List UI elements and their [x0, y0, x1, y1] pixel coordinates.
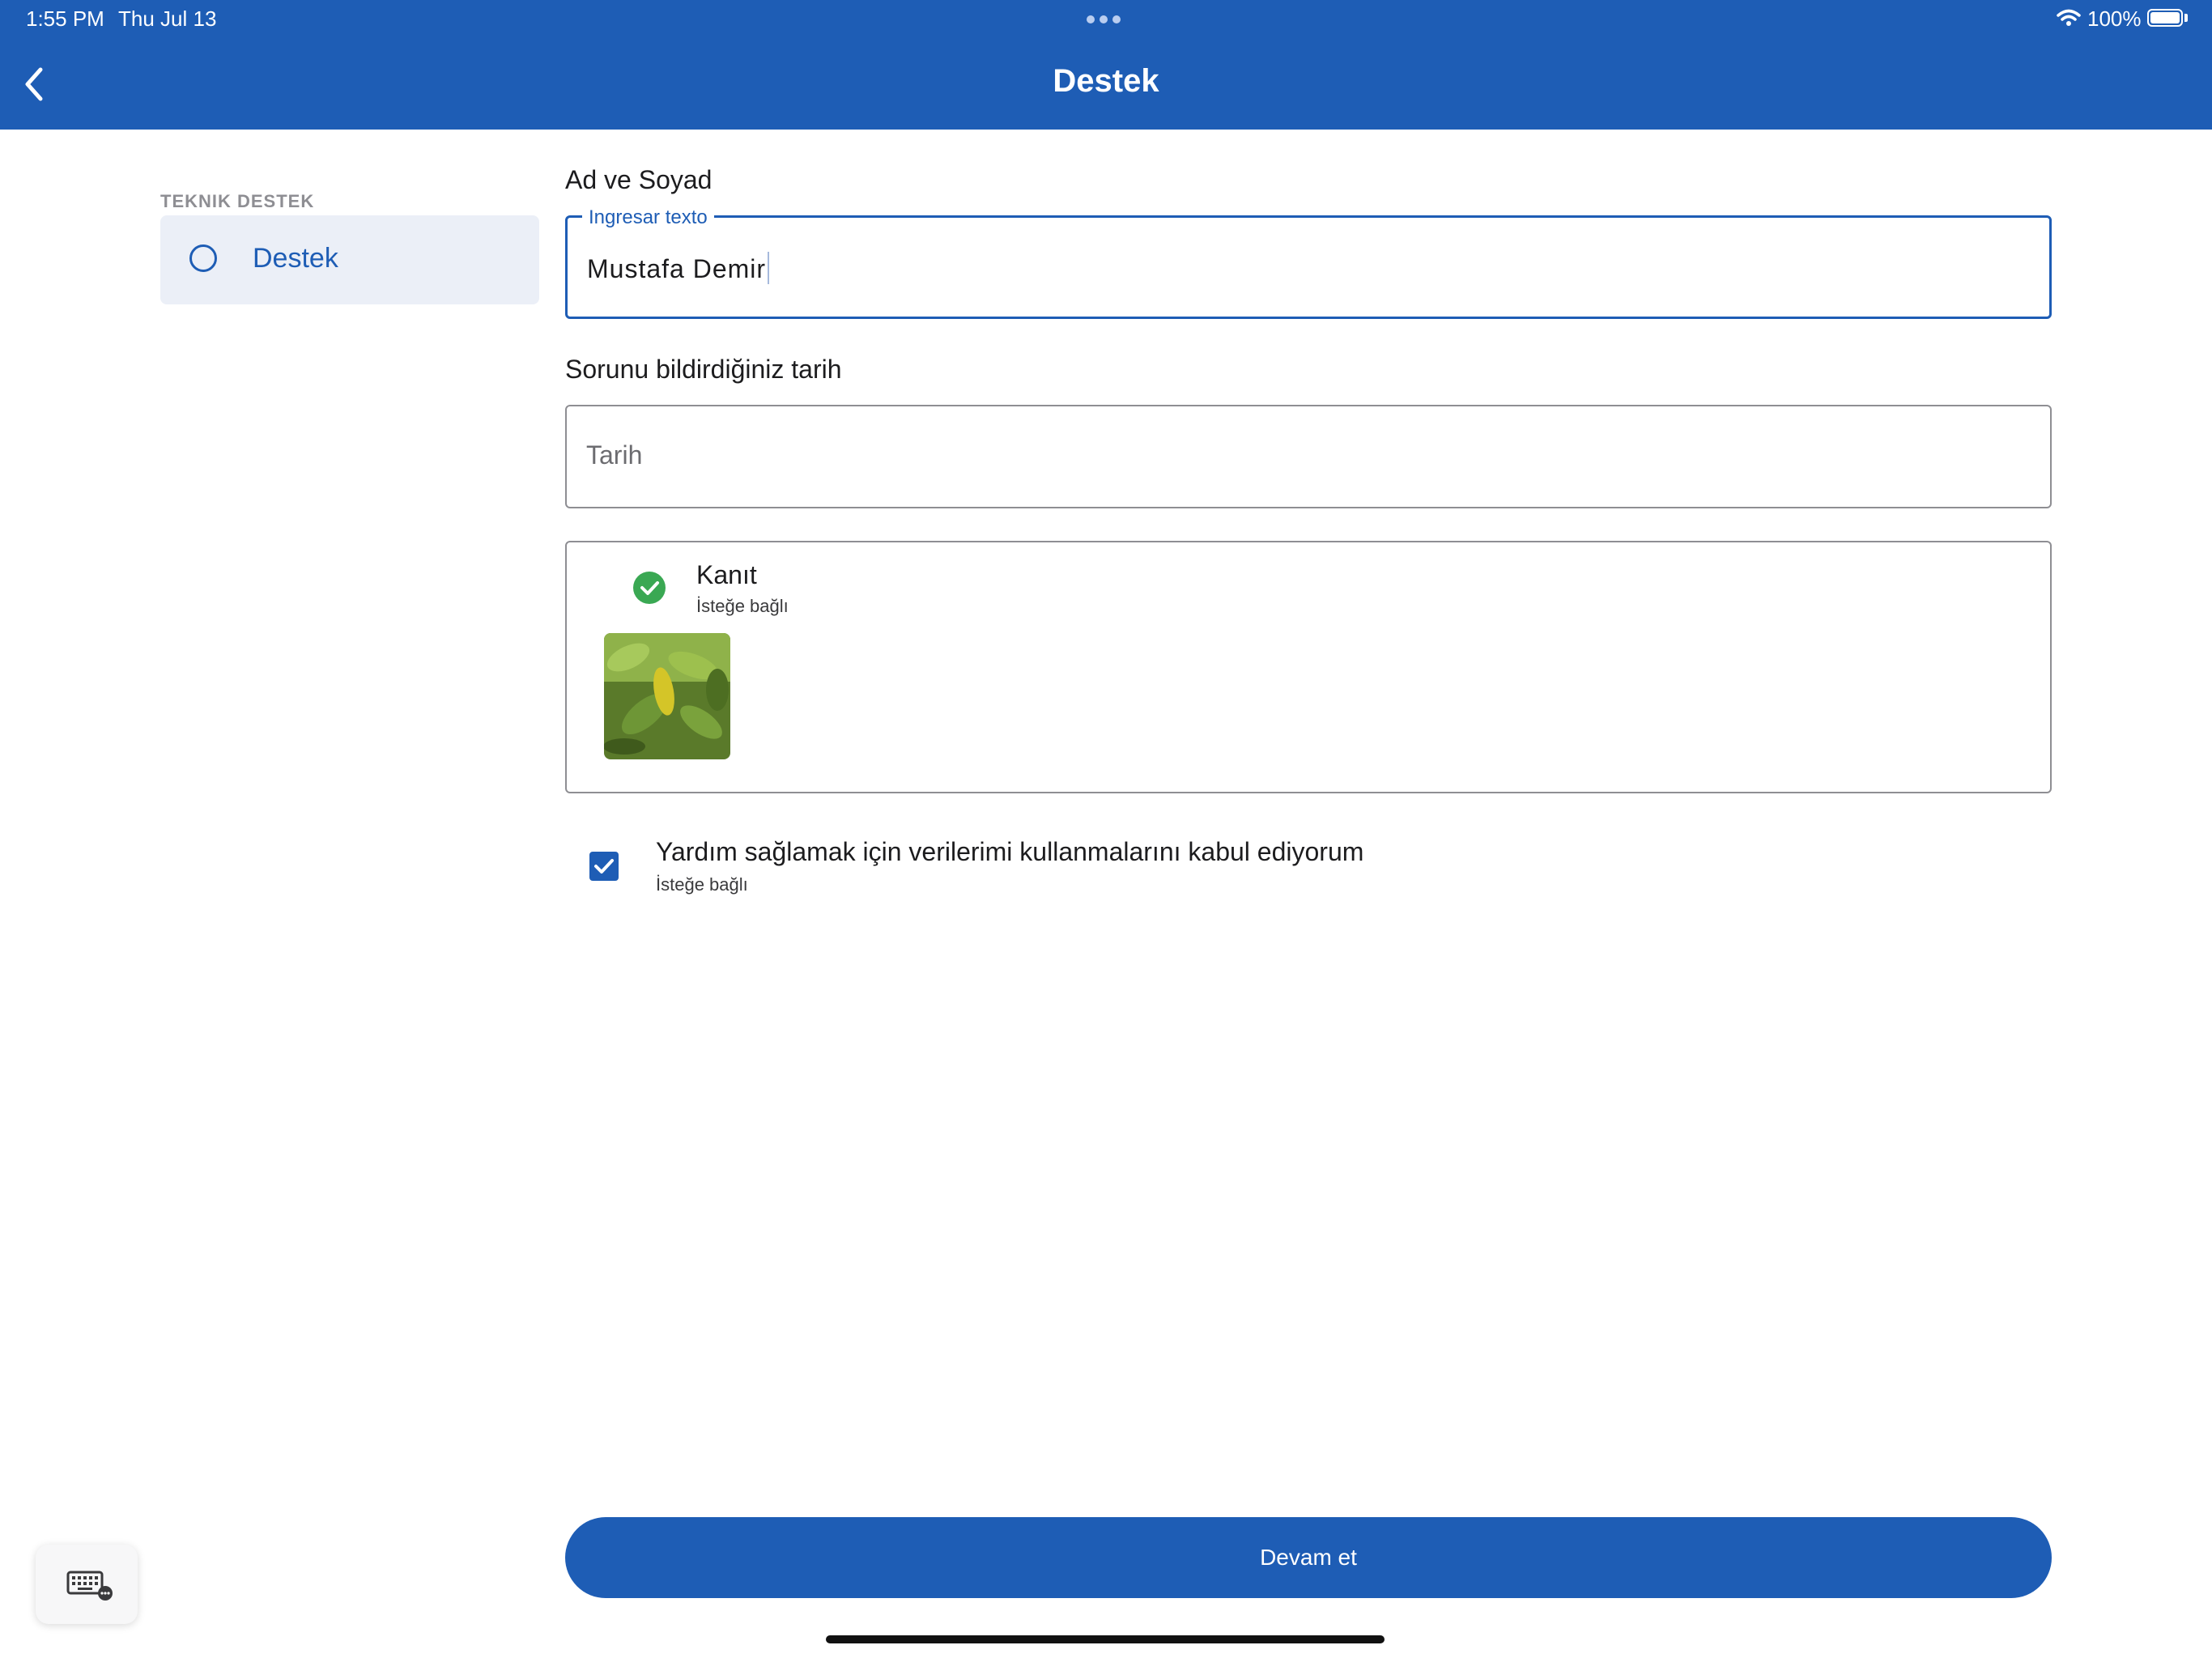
checkmark-icon — [594, 859, 614, 874]
continue-button[interactable]: Devam et — [565, 1517, 2052, 1598]
evidence-card: Kanıt İsteğe bağlı — [565, 541, 2052, 793]
keyboard-icon — [66, 1571, 113, 1601]
sidebar-item-label: Destek — [253, 243, 338, 274]
date-field-label: Sorunu bildirdiğiniz tarih — [565, 355, 842, 384]
sidebar-section-title: TEKNIK DESTEK — [160, 191, 315, 211]
battery-icon — [2147, 9, 2183, 27]
leaf-photo-image — [604, 633, 730, 759]
radio-circle-icon — [189, 244, 217, 272]
battery-percentage: 100% — [2087, 6, 2142, 31]
multitasking-dots-icon[interactable] — [1087, 13, 1125, 28]
battery-nub — [2184, 14, 2188, 22]
check-circle-icon — [633, 572, 666, 604]
home-indicator[interactable] — [826, 1635, 1385, 1643]
consent-optional-label: İsteğe bağlı — [656, 874, 748, 895]
status-date: Thu Jul 13 — [118, 6, 217, 31]
name-input-value: Mustafa Demir — [587, 252, 770, 284]
evidence-thumbnail[interactable] — [604, 633, 730, 759]
date-input-placeholder: Tarih — [586, 440, 643, 470]
name-floating-label: Ingresar texto — [582, 206, 714, 229]
wifi-icon — [2057, 9, 2081, 26]
consent-label: Yardım sağlamak için verilerimi kullanma… — [656, 837, 1364, 866]
text-caret — [768, 252, 770, 284]
navigation-bar: 1:55 PM Thu Jul 13 100% Destek — [0, 0, 2212, 130]
status-time: 1:55 PM — [26, 6, 104, 31]
name-input[interactable]: Ingresar texto Mustafa Demir — [565, 206, 2052, 319]
consent-checkbox[interactable] — [589, 852, 619, 881]
evidence-title: Kanıt — [696, 560, 757, 589]
sidebar-item-destek[interactable]: Destek — [160, 215, 539, 304]
keyboard-button[interactable] — [36, 1545, 138, 1624]
evidence-optional-label: İsteğe bağlı — [696, 596, 789, 616]
name-field-label: Ad ve Soyad — [565, 165, 713, 194]
date-input[interactable]: Tarih — [565, 405, 2052, 508]
page-title: Destek — [1053, 63, 1159, 99]
